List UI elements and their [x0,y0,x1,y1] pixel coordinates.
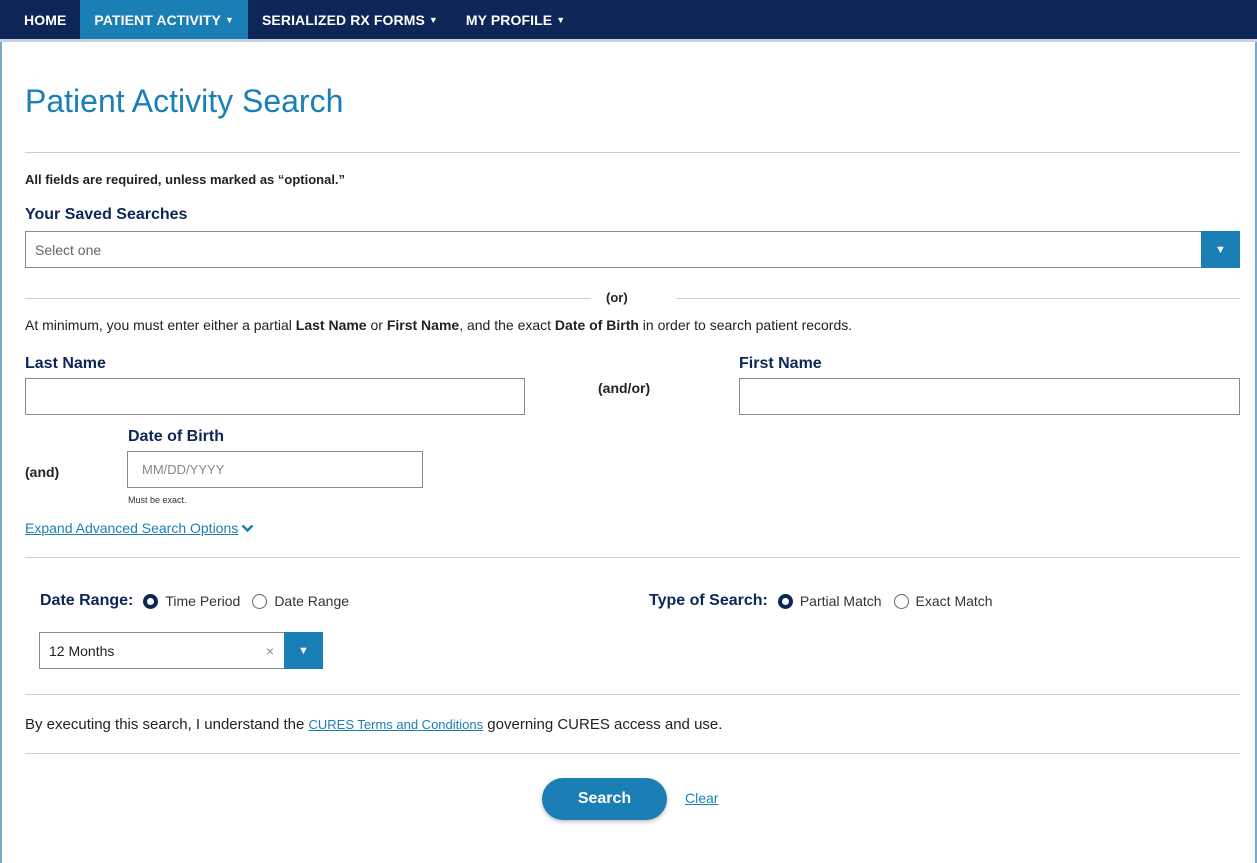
first-name-label: First Name [739,355,822,372]
expand-advanced-label: Expand Advanced Search Options [25,520,239,536]
divider [676,298,1240,299]
caret-down-icon: ▼ [1215,243,1226,256]
search-type-group: Type of Search: Partial Match Exact Matc… [649,592,1005,610]
instructions-text: or [366,317,387,333]
terms-statement: By executing this search, I understand t… [25,716,722,733]
date-range-label: Date Range: [40,592,134,609]
instructions-dob: Date of Birth [554,317,639,333]
nav-serialized-rx-forms-label: SERIALIZED RX FORMS [261,11,425,28]
instructions-text: At minimum, you must enter either a part… [25,317,296,333]
clear-link[interactable]: Clear [685,790,718,806]
search-type-label: Type of Search: [649,592,768,609]
radio-partial-match-label: Partial Match [799,593,882,609]
date-range-group: Date Range: Time Period Date Range [40,592,361,610]
divider [25,152,1240,153]
dropdown-button[interactable]: ▼ [284,632,323,669]
radio-selected-icon [143,593,159,609]
top-navigation: HOME PATIENT ACTIVITY ▼ SERIALIZED RX FOR… [0,0,1257,42]
nav-patient-activity-label: PATIENT ACTIVITY [94,11,221,28]
search-button[interactable]: Search [542,778,667,820]
and-label: (and) [25,464,60,480]
dob-input[interactable]: MM/DD/YYYY [127,451,423,488]
caret-down-icon: ▼ [556,14,566,25]
radio-selected-icon [777,593,793,609]
radio-unselected-icon [252,593,268,609]
search-instructions: At minimum, you must enter either a part… [25,317,852,333]
instructions-first-name: First Name [386,317,460,333]
andor-label: (and/or) [598,380,651,396]
chevron-down-icon [241,520,254,536]
radio-exact-match[interactable]: Exact Match [893,593,993,609]
radio-partial-match[interactable]: Partial Match [777,593,882,609]
radio-exact-match-label: Exact Match [915,593,993,609]
saved-searches-select[interactable]: Select one ▼ [25,231,1240,268]
radio-unselected-icon [893,593,909,609]
nav-home[interactable]: HOME [0,0,80,39]
time-period-value: 12 Months [49,642,115,659]
saved-searches-placeholder: Select one [35,241,102,258]
instructions-text: , and the exact [459,317,555,333]
nav-serialized-rx-forms[interactable]: SERIALIZED RX FORMS ▼ [248,0,452,39]
page-title: Patient Activity Search [25,83,344,119]
caret-down-icon: ▼ [298,644,309,657]
divider [25,557,1240,558]
time-period-select[interactable]: 12 Months × ▼ [39,632,323,669]
dob-label: Date of Birth [128,428,224,445]
dob-hint: Must be exact. [128,495,187,505]
divider [25,753,1240,754]
caret-down-icon: ▼ [428,14,438,25]
instructions-last-name: Last Name [295,317,367,333]
radio-date-range[interactable]: Date Range [252,593,349,609]
nav-home-label: HOME [24,11,67,28]
last-name-label: Last Name [25,355,106,372]
dropdown-button[interactable]: ▼ [1201,231,1240,268]
radio-time-period-label: Time Period [165,593,241,609]
radio-time-period[interactable]: Time Period [143,593,240,609]
nav-patient-activity[interactable]: PATIENT ACTIVITY ▼ [80,0,248,39]
instructions-text: in order to search patient records. [638,317,853,333]
terms-text: By executing this search, I understand t… [25,716,309,733]
terms-link[interactable]: CURES Terms and Conditions [309,717,484,732]
radio-date-range-label: Date Range [274,593,350,609]
clear-selection-icon[interactable]: × [266,643,274,659]
terms-text: governing CURES access and use. [483,716,723,733]
divider [25,298,591,299]
caret-down-icon: ▼ [224,14,234,25]
nav-my-profile-label: MY PROFILE [465,11,553,28]
saved-searches-label: Your Saved Searches [25,206,188,223]
expand-advanced-link[interactable]: Expand Advanced Search Options [25,520,254,536]
required-note: All fields are required, unless marked a… [25,172,346,187]
last-name-input[interactable] [25,378,525,415]
nav-my-profile[interactable]: MY PROFILE ▼ [452,0,579,39]
divider [25,694,1240,695]
first-name-input[interactable] [739,378,1240,415]
or-separator: (or) [606,290,628,305]
